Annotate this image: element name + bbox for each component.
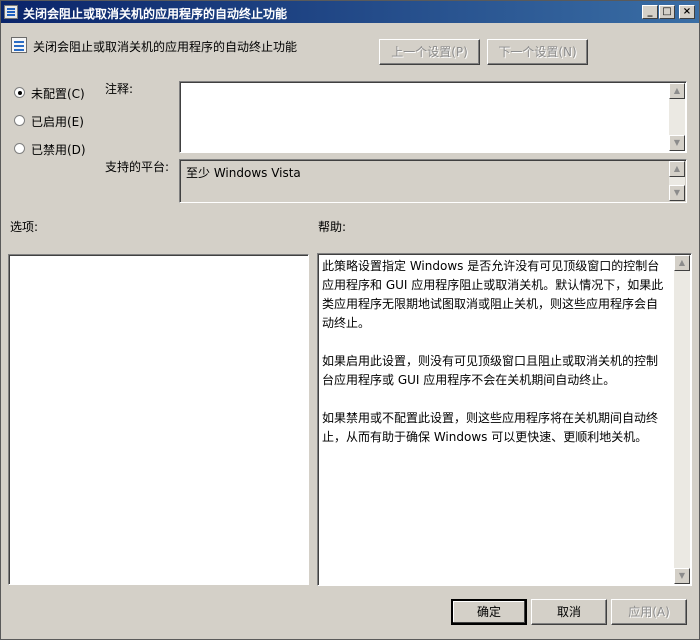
scroll-down-arrow-icon[interactable]: ▼ (669, 135, 685, 151)
apply-button[interactable]: 应用(A) (611, 599, 687, 625)
maximize-button[interactable]: □ (659, 5, 675, 19)
supported-platform-field: 至少 Windows Vista ▲ ▼ (179, 159, 687, 203)
help-panel: 此策略设置指定 Windows 是否允许没有可见顶级窗口的控制台应用程序和 GU… (317, 253, 692, 586)
radio-dot (14, 143, 25, 154)
close-button[interactable]: × (679, 5, 695, 19)
radio-label: 已启用(E) (31, 115, 84, 129)
supported-platform-label: 支持的平台: (105, 160, 170, 174)
minimize-button[interactable]: _ (642, 5, 658, 19)
scroll-down-arrow-icon[interactable]: ▼ (669, 185, 685, 201)
scroll-up-arrow-icon[interactable]: ▲ (669, 83, 685, 99)
scroll-up-arrow-icon[interactable]: ▲ (669, 161, 685, 177)
radio-dot (14, 115, 25, 126)
title-bar[interactable]: 关闭会阻止或取消关机的应用程序的自动终止功能 _ □ × (1, 1, 699, 23)
help-scrollbar[interactable]: ▲ ▼ (674, 255, 690, 584)
policy-dialog-window: 关闭会阻止或取消关机的应用程序的自动终止功能 _ □ × 关闭会阻止或取消关机的… (0, 0, 700, 640)
help-label: 帮助: (318, 220, 347, 234)
radio-label: 未配置(C) (31, 87, 85, 101)
platform-scrollbar[interactable]: ▲ ▼ (669, 161, 685, 201)
comment-scrollbar[interactable]: ▲ ▼ (669, 83, 685, 151)
supported-platform-value: 至少 Windows Vista (186, 166, 301, 180)
radio-label: 已禁用(D) (31, 143, 86, 157)
scroll-down-arrow-icon[interactable]: ▼ (674, 568, 690, 584)
policy-name: 关闭会阻止或取消关机的应用程序的自动终止功能 (33, 40, 298, 54)
options-label: 选项: (10, 220, 39, 234)
policy-setting-icon (11, 37, 27, 53)
help-paragraph: 如果启用此设置，则没有可见顶级窗口且阻止或取消关机的控制台应用程序或 GUI 应… (322, 354, 659, 387)
next-setting-button[interactable]: 下一个设置(N) (487, 39, 588, 65)
comment-label: 注释: (105, 82, 134, 96)
help-paragraph: 此策略设置指定 Windows 是否允许没有可见顶级窗口的控制台应用程序和 GU… (322, 259, 664, 330)
help-paragraph: 如果禁用或不配置此设置，则这些应用程序将在关机期间自动终止，从而有助于确保 Wi… (322, 411, 659, 444)
options-panel (8, 254, 309, 585)
scroll-up-arrow-icon[interactable]: ▲ (674, 255, 690, 271)
cancel-button[interactable]: 取消 (531, 599, 607, 625)
previous-setting-button[interactable]: 上一个设置(P) (379, 39, 480, 65)
window-title: 关闭会阻止或取消关机的应用程序的自动终止功能 (23, 7, 288, 21)
comment-textarea[interactable]: ▲ ▼ (179, 81, 687, 153)
radio-dot (14, 87, 25, 98)
help-text: 此策略设置指定 Windows 是否允许没有可见顶级窗口的控制台应用程序和 GU… (322, 257, 669, 466)
window-app-icon (4, 5, 18, 19)
ok-button[interactable]: 确定 (451, 599, 527, 625)
